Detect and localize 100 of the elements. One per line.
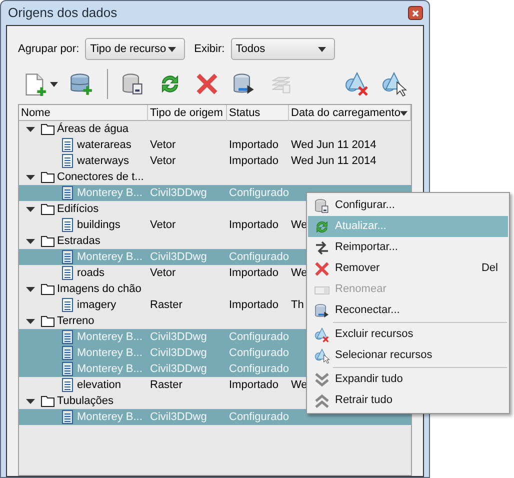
folder-icon — [41, 235, 55, 247]
table-cell-text: buildings — [77, 218, 120, 233]
table-cell: Vetor — [150, 138, 176, 151]
close-icon — [314, 260, 330, 276]
table-cell-text: waterways — [77, 154, 129, 169]
arrows-icon — [314, 240, 330, 256]
table-cell: We — [291, 266, 308, 279]
document-icon — [62, 410, 73, 424]
folder-icon — [41, 123, 55, 135]
document-icon — [62, 154, 73, 168]
table-cell: Configurado — [229, 186, 289, 199]
table-cell: Civil3DDwg — [150, 250, 207, 263]
chevrons-up-icon — [314, 392, 330, 408]
collapse-triangle-icon[interactable] — [26, 284, 35, 294]
table-cell: Importado — [229, 266, 279, 279]
table-cell: Importado — [229, 218, 279, 231]
document-icon — [62, 250, 73, 264]
group-label: Estradas — [57, 234, 100, 249]
table-cell: Civil3DDwg — [150, 362, 207, 375]
table-cell: Configurado — [229, 250, 289, 263]
collapse-triangle-icon[interactable] — [26, 316, 35, 326]
table-cell: Vetor — [150, 154, 176, 167]
collapse-triangle-icon[interactable] — [26, 236, 35, 246]
table-cell: We — [291, 378, 308, 391]
close-button[interactable] — [408, 6, 423, 20]
table-cell-text: Monterey B... — [77, 330, 142, 345]
document-icon — [62, 362, 73, 376]
table-row[interactable]: waterareas Vetor Importado Wed Jun 11 2014 — [19, 137, 411, 153]
chevrons-down-icon — [314, 372, 330, 388]
folder-icon — [41, 395, 55, 407]
group-label: Tubulações — [57, 394, 114, 409]
table-cell: Importado — [229, 154, 279, 167]
document-icon — [62, 378, 73, 392]
column-header[interactable]: Data do carregamento — [289, 105, 411, 121]
shapes-pointer-icon — [314, 348, 330, 364]
caret-icon — [50, 82, 58, 86]
collapse-triangle-icon[interactable] — [26, 396, 35, 406]
folder-icon — [41, 203, 55, 215]
table-cell: Vetor — [150, 218, 176, 231]
shapes-pointer-icon — [380, 71, 407, 97]
menu-item[interactable]: Reconectar... — [308, 300, 508, 321]
table-cell: Raster — [150, 298, 182, 311]
group-label: Conectores de t... — [57, 170, 144, 185]
table-cell-text: Monterey B... — [77, 346, 142, 361]
collapse-triangle-icon[interactable] — [26, 204, 35, 214]
window-title: Origens dos dados — [8, 4, 118, 22]
folder-icon — [41, 315, 55, 327]
collapse-triangle-icon[interactable] — [26, 172, 35, 182]
database-arrow-icon — [314, 302, 330, 318]
table-cell: Civil3DDwg — [150, 330, 207, 343]
dropdown[interactable]: Tipo de recurso — [85, 38, 186, 60]
dropdown[interactable]: Todos — [230, 38, 335, 60]
column-header[interactable]: Tipo de origem — [148, 105, 227, 121]
table-cell: Importado — [229, 298, 279, 311]
table-cell: Importado — [229, 378, 279, 391]
close-icon — [412, 10, 419, 16]
sort-icon — [400, 110, 408, 116]
table-cell-text: Monterey B... — [77, 250, 142, 265]
filter-label: Agrupar por: — [18, 42, 80, 57]
column-header[interactable]: Nome — [19, 105, 148, 121]
shapes-remove-icon — [314, 326, 330, 342]
table-cell-text: elevation — [77, 378, 122, 393]
document-icon — [62, 218, 73, 232]
folder-icon — [41, 171, 55, 183]
table-cell: Raster — [150, 378, 182, 391]
table-cell: Configurado — [229, 346, 289, 359]
document-icon — [62, 298, 73, 312]
group-label: Terreno — [57, 314, 94, 329]
document-icon — [62, 186, 73, 200]
table-cell: Importado — [229, 138, 279, 151]
table-cell: Configurado — [229, 330, 289, 343]
group-label: Imagens do chão — [57, 282, 142, 297]
table-cell: Wed Jun 11 2014 — [291, 138, 376, 151]
document-icon — [62, 330, 73, 344]
shapes-remove-icon — [344, 71, 370, 97]
refresh-icon — [314, 218, 330, 234]
document-icon — [62, 266, 73, 280]
table-cell-text: Monterey B... — [77, 410, 142, 425]
table-cell-text: waterareas — [77, 138, 132, 153]
collapse-triangle-icon[interactable] — [26, 124, 35, 134]
caret-icon — [168, 46, 176, 52]
table-cell-text: roads — [77, 266, 105, 281]
filter-label: Exibir: — [194, 42, 225, 57]
table-cell: Vetor — [150, 266, 176, 279]
table-cell: Wed Jun 11 2014 — [291, 154, 376, 167]
document-icon — [62, 138, 73, 152]
table-cell: We — [291, 218, 308, 231]
table-row[interactable]: waterways Vetor Importado Wed Jun 11 2014 — [19, 153, 411, 169]
group-label: Áreas de água — [57, 122, 129, 137]
database-form-icon — [314, 198, 330, 214]
document-icon — [62, 346, 73, 360]
table-cell: Civil3DDwg — [150, 410, 207, 423]
column-header[interactable]: Status — [227, 105, 289, 121]
group-label: Edifícios — [57, 202, 99, 217]
menu-item[interactable]: Retrair tudo — [308, 390, 508, 411]
table-cell: Th — [291, 298, 304, 311]
table-cell: Civil3DDwg — [150, 186, 207, 199]
table-cell-text: Monterey B... — [77, 186, 142, 201]
folder-icon — [41, 283, 55, 295]
caret-icon — [318, 46, 326, 52]
